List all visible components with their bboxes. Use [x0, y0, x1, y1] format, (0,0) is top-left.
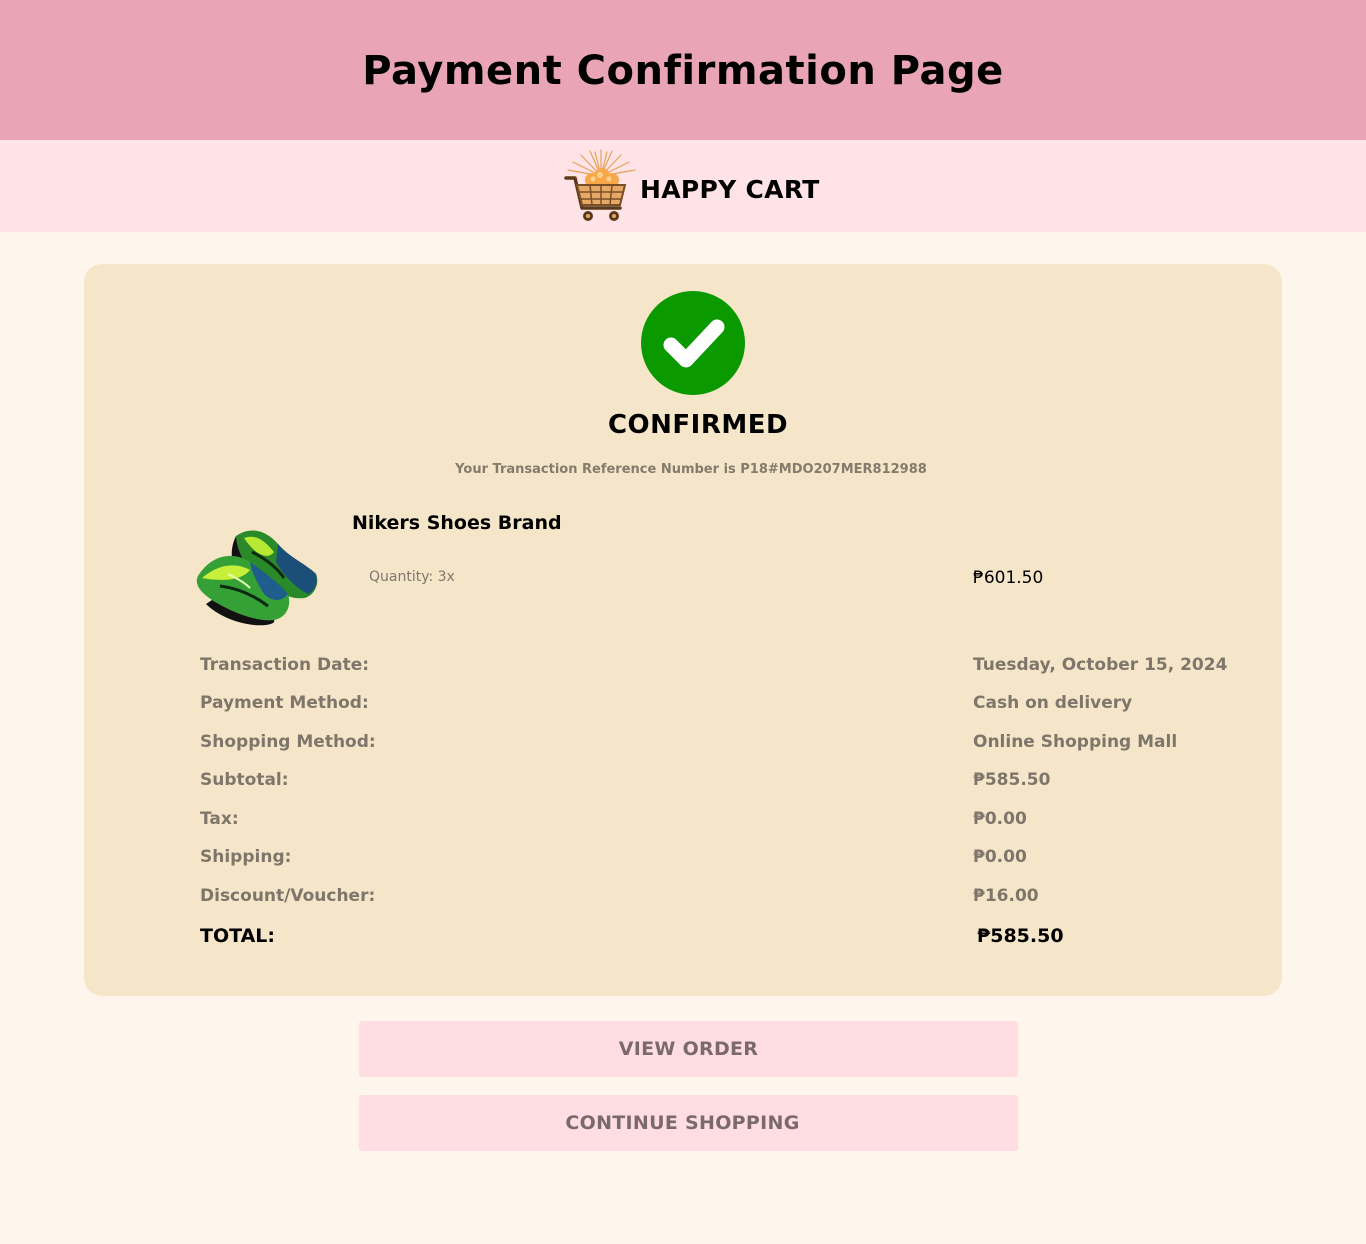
- payment-method-value: Cash on delivery: [973, 693, 1133, 713]
- check-circle-icon: [641, 291, 745, 395]
- total-label: TOTAL:: [200, 925, 276, 947]
- sneakers-image: [196, 530, 318, 626]
- total-value: ₱585.50: [977, 925, 1064, 947]
- shopping-cart-fireworks-icon: [564, 149, 636, 221]
- transaction-date-value: Tuesday, October 15, 2024: [973, 655, 1228, 675]
- product-price: ₱601.50: [973, 568, 1044, 588]
- subtotal-label: Subtotal:: [200, 770, 289, 790]
- page-title: Payment Confirmation Page: [362, 48, 1004, 94]
- continue-shopping-button[interactable]: CONTINUE SHOPPING: [359, 1095, 1018, 1151]
- discount-value: ₱16.00: [973, 886, 1039, 906]
- payment-method-label: Payment Method:: [200, 693, 369, 713]
- continue-shopping-label: CONTINUE SHOPPING: [565, 1112, 800, 1134]
- brand-name: HAPPY CART: [640, 175, 820, 204]
- view-order-label: VIEW ORDER: [618, 1038, 759, 1060]
- product-quantity: Quantity: 3x: [369, 569, 455, 585]
- tax-value: ₱0.00: [973, 809, 1027, 829]
- transaction-reference: Your Transaction Reference Number is P18…: [455, 462, 927, 477]
- shipping-label: Shipping:: [200, 847, 292, 867]
- discount-label: Discount/Voucher:: [200, 886, 376, 906]
- shopping-method-label: Shopping Method:: [200, 732, 376, 752]
- shopping-method-value: Online Shopping Mall: [973, 732, 1178, 752]
- product-name: Nikers Shoes Brand: [352, 512, 562, 534]
- tax-label: Tax:: [200, 809, 239, 829]
- page-header: Payment Confirmation Page: [0, 0, 1366, 140]
- shipping-value: ₱0.00: [973, 847, 1027, 867]
- subtotal-value: ₱585.50: [973, 770, 1051, 790]
- view-order-button[interactable]: VIEW ORDER: [359, 1021, 1018, 1077]
- status-title: CONFIRMED: [607, 410, 789, 440]
- transaction-date-label: Transaction Date:: [200, 655, 370, 675]
